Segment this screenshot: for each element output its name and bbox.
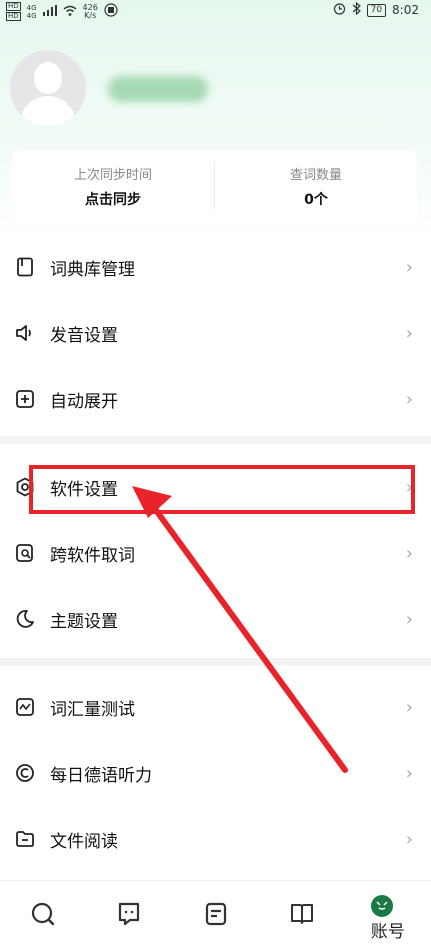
annotation-arrow: [132, 486, 348, 773]
nav-account[interactable]: 账号: [345, 881, 431, 950]
search-icon: [30, 901, 56, 931]
nav-wordbook[interactable]: [259, 881, 345, 950]
nav-account-label: 账号: [370, 922, 405, 942]
note-icon: [203, 901, 229, 931]
bottom-nav: 账号: [0, 880, 431, 950]
nav-translate[interactable]: [86, 881, 172, 950]
nav-search[interactable]: [0, 881, 86, 950]
book-icon: [289, 901, 315, 931]
nav-notes[interactable]: [172, 881, 258, 950]
chat-bubble-icon: [116, 901, 142, 931]
account-icon: [370, 895, 393, 917]
